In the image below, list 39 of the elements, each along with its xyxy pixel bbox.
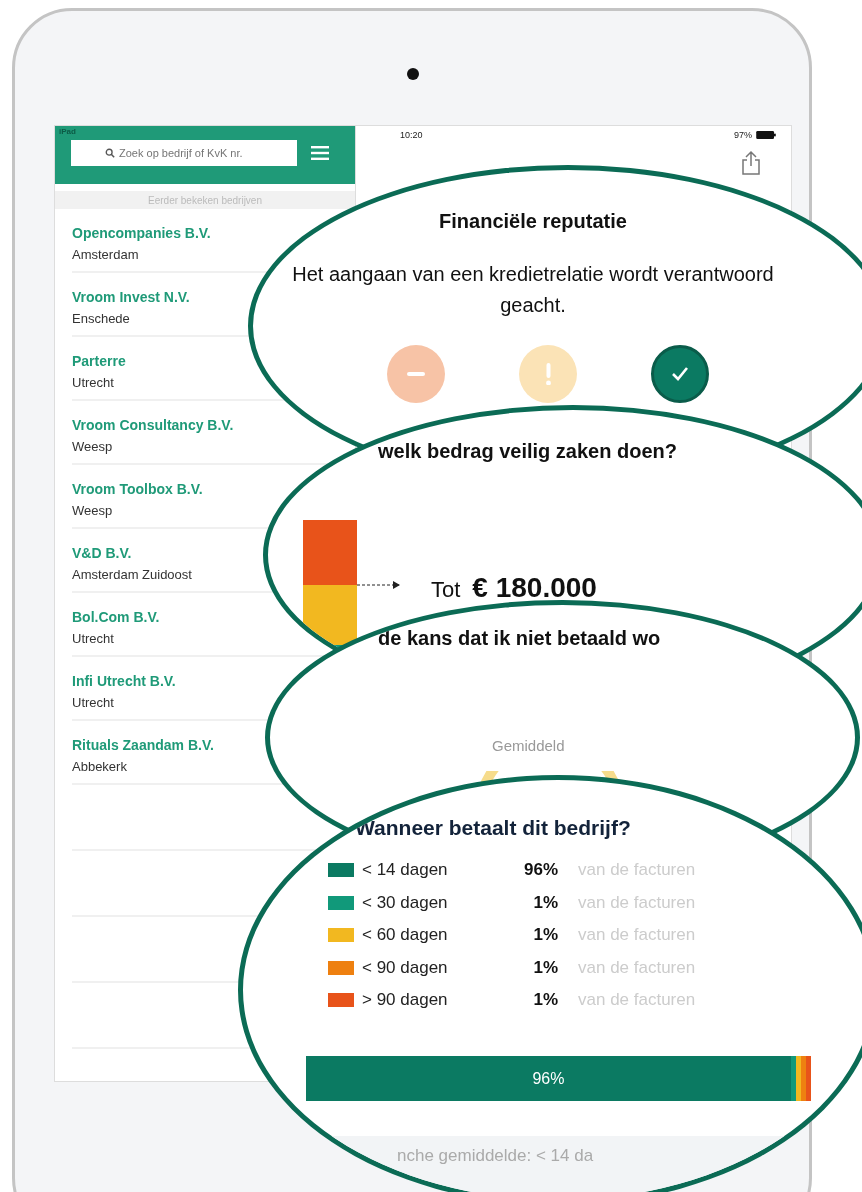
camera-lens bbox=[407, 68, 419, 80]
status-time: 10:20 bbox=[400, 130, 423, 140]
company-item[interactable]: Vroom Consultancy B.V. Weesp bbox=[72, 416, 234, 454]
share-icon[interactable] bbox=[741, 150, 761, 176]
carrier-label: iPad bbox=[59, 126, 76, 138]
search-icon bbox=[105, 148, 115, 158]
question-title: de kans dat ik niet betaald wo bbox=[378, 627, 661, 650]
credit-amount: € 180.000 bbox=[472, 572, 597, 604]
company-item[interactable]: Vroom Toolbox B.V. Weesp bbox=[72, 480, 203, 518]
legend-percent: 1% bbox=[532, 990, 558, 1011]
gauge-label: Gemiddeld bbox=[492, 737, 565, 754]
reputation-message: Het aangaan van een kredietrelatie wordt verantwoord geacht. bbox=[291, 262, 775, 318]
legend-label: < 90 dagen bbox=[362, 957, 449, 978]
company-item[interactable]: Infi Utrecht B.V. Utrecht bbox=[72, 672, 176, 710]
battery-label: 97% bbox=[734, 130, 752, 140]
question-title: welk bedrag veilig zaken doen? bbox=[378, 440, 677, 463]
exclamation-icon bbox=[545, 362, 551, 386]
company-item[interactable]: Parterre Utrecht bbox=[72, 352, 126, 390]
legend-percent: 1% bbox=[532, 892, 558, 913]
legend-label: < 14 dagen bbox=[362, 860, 449, 881]
amount-prefix: Tot bbox=[431, 577, 461, 603]
legend-label: < 30 dagen bbox=[362, 892, 449, 913]
average-note: nche gemiddelde: < 14 da bbox=[397, 1146, 594, 1165]
legend-percent: 1% bbox=[532, 925, 558, 946]
bar-label: 96% bbox=[532, 1069, 565, 1088]
legend-label: < 60 dagen bbox=[362, 925, 449, 946]
company-item[interactable]: Vroom Invest N.V. Enschede bbox=[72, 288, 190, 326]
legend-percent: 1% bbox=[532, 957, 558, 978]
menu-icon[interactable] bbox=[311, 146, 329, 160]
legend-label: > 90 dagen bbox=[362, 990, 449, 1011]
legend-percent: 96% bbox=[522, 860, 558, 881]
battery-icon bbox=[755, 131, 777, 139]
company-item[interactable]: Rituals Zaandam B.V. Abbekerk bbox=[72, 736, 214, 774]
company-item[interactable]: Bol.Com B.V. Utrecht bbox=[72, 608, 160, 646]
company-item[interactable]: Opencompanies B.V. Amsterdam bbox=[72, 224, 211, 262]
minus-icon bbox=[407, 372, 425, 376]
search-field[interactable]: Zoek op bedrijf of KvK nr. bbox=[71, 140, 297, 166]
section-title: Financiële reputatie bbox=[439, 210, 627, 233]
company-item[interactable]: V&D B.V. Amsterdam Zuidoost bbox=[72, 544, 192, 582]
